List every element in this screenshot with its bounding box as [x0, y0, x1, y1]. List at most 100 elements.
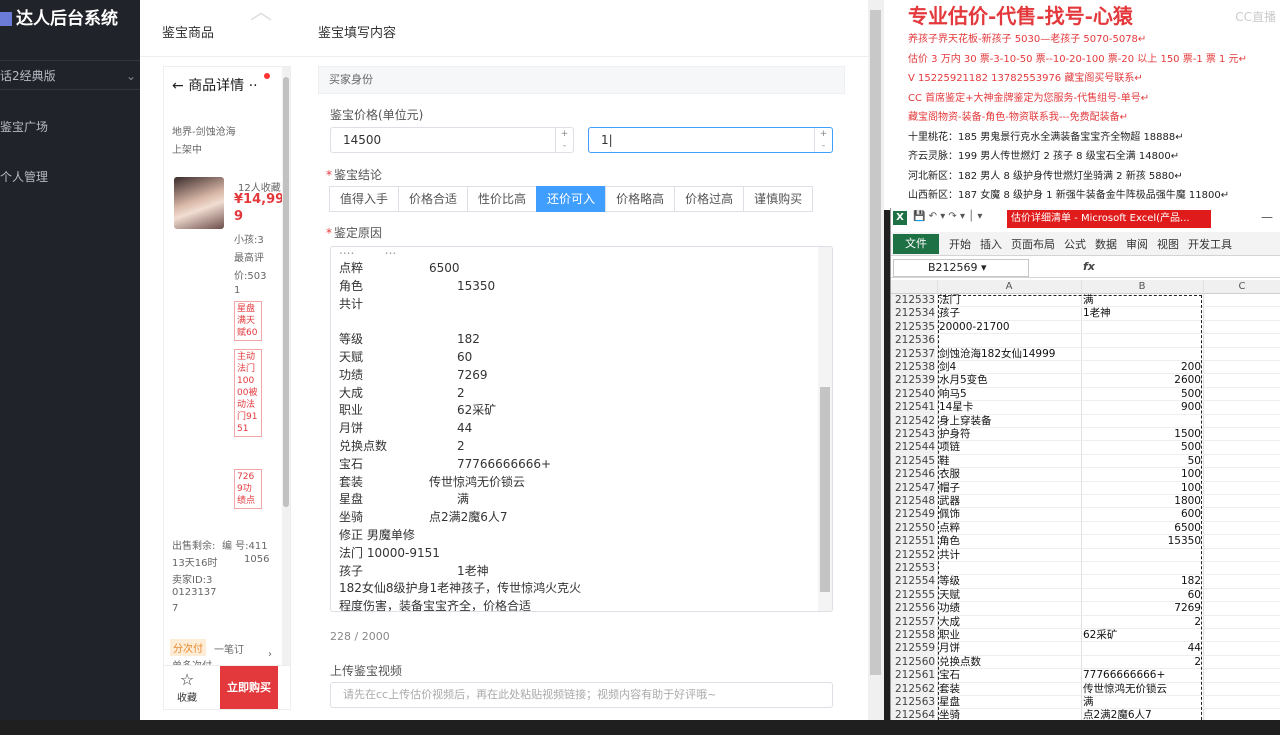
column-header[interactable]: A: [937, 280, 1081, 294]
cell-b[interactable]: 2: [1083, 616, 1201, 629]
stepper-icon[interactable]: + -: [555, 128, 573, 152]
row-number[interactable]: 212547: [891, 481, 935, 495]
row-number[interactable]: 212548: [891, 495, 935, 509]
sheet-row[interactable]: 212541 14星卡 900: [891, 401, 1280, 415]
sidebar-item-square[interactable]: 鉴宝广场: [0, 118, 140, 135]
option-3[interactable]: 还价可入: [536, 186, 607, 212]
sheet-row[interactable]: 212545 鞋 50: [891, 454, 1280, 469]
cell-b[interactable]: 6500: [1083, 522, 1201, 535]
sheet-row[interactable]: 212548 武器 1800: [891, 495, 1280, 509]
sheet-row[interactable]: 212542 身上穿装备: [891, 414, 1280, 428]
cell-b[interactable]: 1老神: [1083, 307, 1201, 320]
cell-a[interactable]: 兑换点数: [939, 656, 1079, 669]
cell-a[interactable]: 坐骑: [939, 709, 1079, 720]
cell-b[interactable]: 200: [1083, 361, 1201, 374]
column-header[interactable]: C: [1203, 280, 1280, 294]
row-number[interactable]: 212557: [891, 615, 935, 629]
price-max-input[interactable]: 1| + -: [588, 127, 833, 153]
cell-a[interactable]: 帽子: [939, 482, 1079, 495]
row-number[interactable]: 212560: [891, 655, 935, 670]
row-number[interactable]: 212536: [891, 334, 935, 348]
cell-b[interactable]: 2: [1083, 656, 1201, 669]
sheet-row[interactable]: 212536: [891, 334, 1280, 348]
stepper-icon[interactable]: + -: [814, 128, 832, 152]
ribbon-tab[interactable]: 视图: [1157, 238, 1179, 251]
fx-icon[interactable]: fx: [1083, 260, 1095, 273]
row-number[interactable]: 212546: [891, 468, 935, 482]
phone-scrollbar[interactable]: [282, 67, 290, 709]
cell-b[interactable]: 1500: [1083, 428, 1201, 441]
cell-b[interactable]: 7269: [1083, 602, 1201, 615]
sheet-row[interactable]: 212559 月饼 44: [891, 642, 1280, 656]
cell-a[interactable]: 宝石: [939, 669, 1079, 682]
cell-a[interactable]: 大成: [939, 616, 1079, 629]
sheet-row[interactable]: 212539 水月5变色 2600: [891, 374, 1280, 388]
row-number[interactable]: 212561: [891, 669, 935, 683]
dialog-scroll-thumb[interactable]: [870, 10, 881, 675]
column-header[interactable]: B: [1081, 280, 1203, 294]
row-number[interactable]: 212563: [891, 696, 935, 710]
row-number[interactable]: 212552: [891, 548, 935, 562]
tab-goods[interactable]: 鉴宝商品: [162, 22, 214, 41]
row-number[interactable]: 212555: [891, 588, 935, 603]
sheet-row[interactable]: 212535 20000-21700: [891, 320, 1280, 335]
reason-textarea[interactable]: .... ... 点粹 6500 角色 15350 共计 等级 182 天赋 60 功绩 7269 大…: [330, 246, 833, 612]
cell-a[interactable]: 等级: [939, 575, 1079, 588]
row-number[interactable]: 212542: [891, 414, 935, 428]
cell-b[interactable]: 50: [1083, 455, 1201, 468]
cell-a[interactable]: 角色: [939, 535, 1079, 548]
sheet-row[interactable]: 212556 功绩 7269: [891, 602, 1280, 616]
row-number[interactable]: 212540: [891, 387, 935, 402]
cell-a[interactable]: 响马5: [939, 388, 1079, 401]
price-min-input[interactable]: 14500 + -: [330, 127, 574, 153]
cell-a[interactable]: 孩子: [939, 307, 1079, 320]
cell-a[interactable]: 职业: [939, 629, 1079, 642]
close-icon[interactable]: ︿: [250, 0, 272, 26]
ribbon-tab[interactable]: 开发工具: [1188, 238, 1232, 251]
tab-fill-content[interactable]: 鉴宝填写内容: [318, 22, 396, 41]
phone-scroll-thumb[interactable]: [283, 77, 289, 507]
option-2[interactable]: 性价比高: [467, 186, 538, 212]
file-tab[interactable]: 文件: [893, 234, 939, 254]
sheet-row[interactable]: 212540 响马5 500: [891, 387, 1280, 402]
cell-a[interactable]: 法门: [939, 294, 1079, 307]
cell-b[interactable]: 1800: [1083, 495, 1201, 508]
cell-a[interactable]: 天赋: [939, 589, 1079, 602]
row-number[interactable]: 212537: [891, 347, 935, 361]
back-button[interactable]: ← 商品详情 ··: [172, 75, 258, 95]
ribbon-tab[interactable]: 审阅: [1126, 238, 1148, 251]
row-number[interactable]: 212543: [891, 428, 935, 442]
cell-a[interactable]: 共计: [939, 549, 1079, 562]
quick-access-toolbar[interactable]: 💾 ↶ ▾ ↷ ▾ │ ▾: [913, 211, 982, 222]
sheet-row[interactable]: 212534 孩子 1老神: [891, 307, 1280, 321]
sheet-row[interactable]: 212563 星盘满: [891, 696, 1280, 710]
cell-a[interactable]: 14星卡: [939, 401, 1079, 414]
cell-a[interactable]: 20000-21700: [939, 321, 1079, 334]
character-avatar[interactable]: [174, 177, 224, 229]
row-number[interactable]: 212549: [891, 508, 935, 522]
cell-b[interactable]: 15350: [1083, 535, 1201, 548]
cell-a[interactable]: 月饼: [939, 642, 1079, 655]
cell-a[interactable]: 项链: [939, 441, 1079, 454]
option-0[interactable]: 值得入手: [329, 186, 400, 212]
row-number[interactable]: 212564: [891, 709, 935, 720]
cell-b[interactable]: 500: [1083, 388, 1201, 401]
row-number[interactable]: 212556: [891, 602, 935, 616]
sheet-row[interactable]: 212561 宝石 77766666666+: [891, 669, 1280, 683]
row-number[interactable]: 212539: [891, 374, 935, 388]
cell-b[interactable]: 2600: [1083, 374, 1201, 387]
sheet-row[interactable]: 212551 角色 15350: [891, 535, 1280, 549]
row-number[interactable]: 212534: [891, 307, 935, 321]
name-box[interactable]: B212569 ▾: [893, 259, 1029, 277]
row-number[interactable]: 212535: [891, 320, 935, 335]
cell-a[interactable]: 水月5变色: [939, 374, 1079, 387]
cell-b[interactable]: 100: [1083, 482, 1201, 495]
sheet-row[interactable]: 212553: [891, 562, 1280, 576]
sheet-row[interactable]: 212546 衣服 100: [891, 468, 1280, 482]
sheet-row[interactable]: 212544 项链 500: [891, 441, 1280, 455]
sheet-row[interactable]: 212554 等级 182: [891, 575, 1280, 589]
sheet-row[interactable]: 212564 坐骑 点2满2魔6人7: [891, 709, 1280, 720]
ribbon-tab[interactable]: 页面布局: [1011, 238, 1055, 251]
cell-b[interactable]: 500: [1083, 441, 1201, 454]
cell-b[interactable]: 满: [1083, 294, 1201, 307]
